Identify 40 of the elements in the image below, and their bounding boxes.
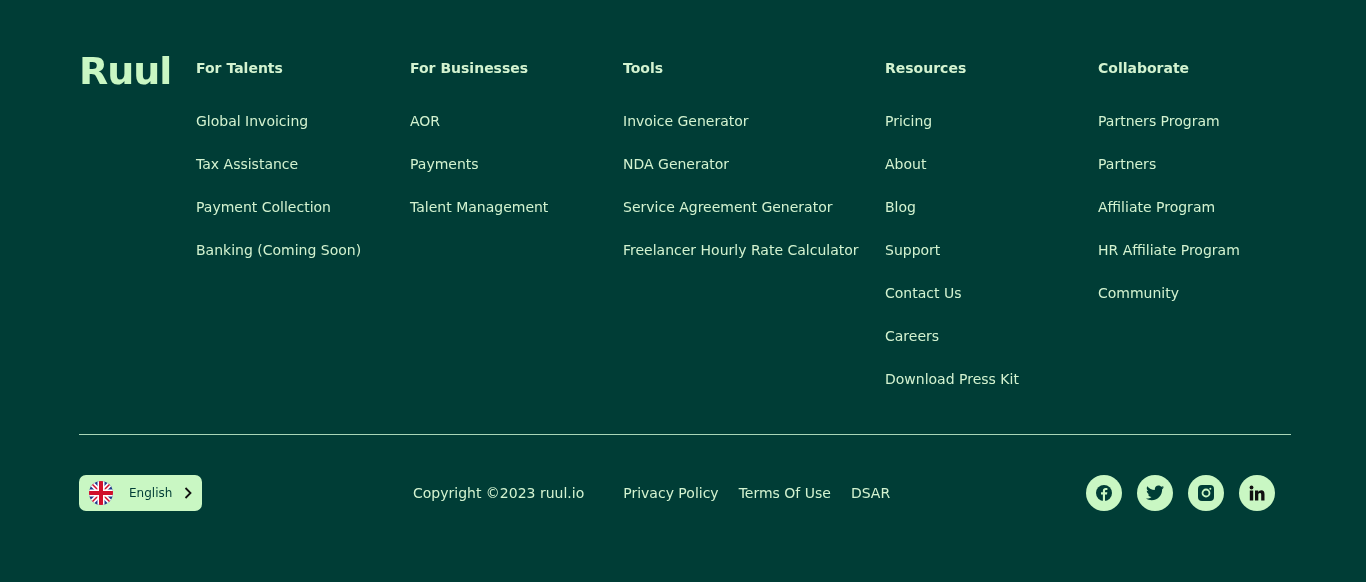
column-heading: Resources: [885, 59, 968, 78]
column-heading: For Talents: [196, 59, 284, 78]
footer-link[interactable]: Careers: [885, 326, 940, 346]
column-heading: Tools: [623, 59, 665, 78]
copyright-text: Copyright ©2023 ruul.io: [413, 483, 585, 503]
footer-link[interactable]: Partners Program: [1098, 111, 1220, 131]
footer-link[interactable]: AOR: [410, 111, 441, 131]
footer-link[interactable]: Affiliate Program: [1098, 197, 1216, 217]
footer-link[interactable]: Banking (Coming Soon): [196, 240, 362, 260]
footer-link[interactable]: About: [885, 154, 927, 174]
twitter-icon[interactable]: [1137, 475, 1173, 511]
logo[interactable]: Ruul: [79, 52, 196, 90]
footer-link[interactable]: Community: [1098, 283, 1180, 303]
chevron-right-icon: [184, 487, 192, 499]
footer-link[interactable]: Blog: [885, 197, 916, 217]
facebook-icon[interactable]: [1086, 475, 1122, 511]
column-heading: Collaborate: [1098, 59, 1191, 78]
legal-link[interactable]: Privacy Policy: [623, 482, 719, 504]
legal-link[interactable]: Terms Of Use: [738, 482, 831, 504]
footer-link[interactable]: Contact Us: [885, 283, 962, 303]
footer-link[interactable]: Partners: [1098, 154, 1157, 174]
footer-link[interactable]: Tax Assistance: [196, 154, 299, 174]
language-selector[interactable]: English: [79, 475, 202, 511]
column-heading: For Businesses: [410, 59, 530, 78]
footer-link[interactable]: Payment Collection: [196, 197, 331, 217]
instagram-icon[interactable]: [1188, 475, 1224, 511]
footer-link[interactable]: Global Invoicing: [196, 111, 309, 131]
footer-link[interactable]: Freelancer Hourly Rate Calculator: [623, 240, 859, 260]
footer-link[interactable]: HR Affiliate Program: [1098, 240, 1240, 260]
footer-link[interactable]: NDA Generator: [623, 154, 730, 174]
legal-link[interactable]: DSAR: [850, 482, 891, 504]
footer-link[interactable]: Invoice Generator: [623, 111, 749, 131]
footer-link[interactable]: Service Agreement Generator: [623, 197, 833, 217]
footer-link[interactable]: Payments: [410, 154, 479, 174]
footer-link[interactable]: Pricing: [885, 111, 933, 131]
linkedin-icon[interactable]: [1239, 475, 1275, 511]
footer-link[interactable]: Talent Management: [410, 197, 549, 217]
flag-icon: [89, 481, 113, 505]
footer-link[interactable]: Download Press Kit: [885, 369, 1019, 389]
footer-link[interactable]: Support: [885, 240, 941, 260]
